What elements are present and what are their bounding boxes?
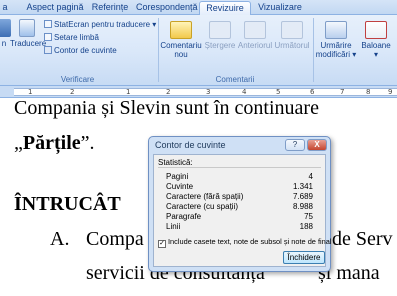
stat-label: Cuvinte [166,182,194,191]
tab-references[interactable]: Referințe [84,1,136,15]
translate-partial-label: n [1,39,7,48]
stat-label: Paragrafe [166,212,202,221]
translate-doc-icon [19,19,35,37]
stat-row-lines: Linii 188 [166,222,313,232]
stat-row-words: Cuvinte 1.341 [166,182,313,192]
delete-comment-button[interactable]: Ștergere [202,21,238,50]
ruler-number: 4 [242,88,247,96]
dialog-body: Statistică: Pagini 4 Cuvinte 1.341 Carac… [153,154,332,267]
doc-line-1: Compania și Slevin sunt în continuare [14,99,319,119]
tab-home-partial[interactable]: a [0,1,12,15]
ruler-number: 1 [126,88,131,96]
help-button[interactable]: ? [285,139,305,151]
doc-list-marker: A. [50,228,70,250]
stat-row-chars-with-spaces: Caractere (cu spații) 8.988 [166,202,313,212]
doc-line-2: „Părțile”. [14,132,95,154]
doc-line-4-right: de Serv [332,228,393,250]
statistics-label: Statistică: [158,158,193,167]
language-icon [44,33,52,41]
ruler-number: 3 [206,88,211,96]
tab-mailings[interactable]: Corespondență [136,1,198,15]
stat-value: 4 [308,172,313,181]
close-button[interactable]: Închidere [283,251,325,264]
ruler-number: 7 [340,88,345,96]
group-separator [158,18,159,82]
translate-label: Traducere [10,39,47,48]
doc-line-4-left: Compa [86,228,144,250]
next-comment-label: Următorul [274,41,310,50]
word-count-button[interactable]: Contor de cuvinte [44,45,117,56]
delete-comment-icon [209,21,231,39]
balloons-button[interactable]: Baloane ▾ [358,21,394,59]
word-count-dialog: Contor de cuvinte ? X Statistică: Pagini… [148,136,332,272]
stat-label: Caractere (fără spații) [166,192,244,201]
ribbon-review: n Traducere StatEcran pentru traducere ▾… [0,15,397,86]
include-textboxes-option[interactable]: ✓ Include casete text, note de subsol și … [158,237,332,248]
tab-review[interactable]: Revizuire [199,1,251,15]
statistics-divider [158,167,321,168]
stat-label: Linii [166,222,181,231]
ruler-number: 1 [28,88,33,96]
stat-label: Caractere (cu spații) [166,202,239,211]
comment-icon [170,21,192,39]
track-changes-button[interactable]: Urmărire modificări ▾ [314,21,358,59]
stat-label: Pagini [166,172,189,181]
ruler-track: 1 2 1 2 3 4 5 6 7 8 9 [14,88,397,96]
ruler-number: 6 [310,88,315,96]
translation-screentip-button[interactable]: StatEcran pentru traducere ▾ [44,19,156,30]
next-comment-button[interactable]: Următorul [272,21,312,50]
track-changes-label-line1: Urmărire [320,41,352,50]
dialog-title: Contor de cuvinte [155,140,226,150]
new-comment-label-line2: nou [174,50,188,59]
previous-comment-button[interactable]: Anteriorul [236,21,274,50]
previous-comment-icon [244,21,266,39]
ruler-number: 9 [388,88,393,96]
previous-comment-label: Anteriorul [237,41,273,50]
include-textboxes-label: Include casete text, note de subsol și n… [168,237,332,246]
stat-value: 7.689 [292,192,313,201]
tab-page-layout[interactable]: Aspect pagină [26,1,84,15]
balloons-label: Baloane [361,41,391,50]
stat-value: 188 [299,222,313,231]
chevron-down-icon: ▾ [373,50,378,59]
new-comment-label-line1: Comentariu [160,41,202,50]
dialog-close-icon[interactable]: X [307,139,327,151]
set-language-button[interactable]: Setare limbă [44,32,99,43]
stat-row-chars-no-spaces: Caractere (fără spații) 7.689 [166,192,313,202]
tab-view[interactable]: Vizualizare [252,1,308,15]
stat-value: 1.341 [292,182,313,191]
ribbon-tab-strip: a Aspect pagină Referințe Corespondență … [0,0,397,15]
stat-value: 75 [304,212,313,221]
ruler-number: 8 [366,88,371,96]
set-language-label: Setare limbă [54,33,99,42]
ruler-number: 2 [70,88,75,96]
delete-comment-label: Ștergere [204,41,236,50]
word-count-icon [44,46,52,54]
stat-row-pages: Pagini 4 [166,172,313,182]
stat-value: 8.988 [292,202,313,211]
doc-heading: ÎNTRUCÂT [14,193,121,215]
screentip-label: StatEcran pentru traducere [54,20,151,29]
include-textboxes-checkbox[interactable]: ✓ [158,240,166,248]
balloons-icon [365,21,387,39]
track-changes-icon [325,21,347,39]
track-changes-label-line2: modificări ▾ [315,50,357,59]
stat-row-paragraphs: Paragrafe 75 [166,212,313,222]
new-comment-button[interactable]: Comentariu nou [160,21,202,59]
horizontal-ruler[interactable]: 1 2 1 2 3 4 5 6 7 8 9 [0,86,397,98]
group-label-comments: Comentarii [215,75,255,84]
translate-button[interactable]: Traducere [10,19,47,48]
ruler-number: 5 [276,88,281,96]
screentip-icon [44,20,52,28]
word-count-label: Contor de cuvinte [54,46,117,55]
ruler-number: 2 [166,88,171,96]
next-comment-icon [281,21,303,39]
group-label-proofing: Verificare [60,75,95,84]
